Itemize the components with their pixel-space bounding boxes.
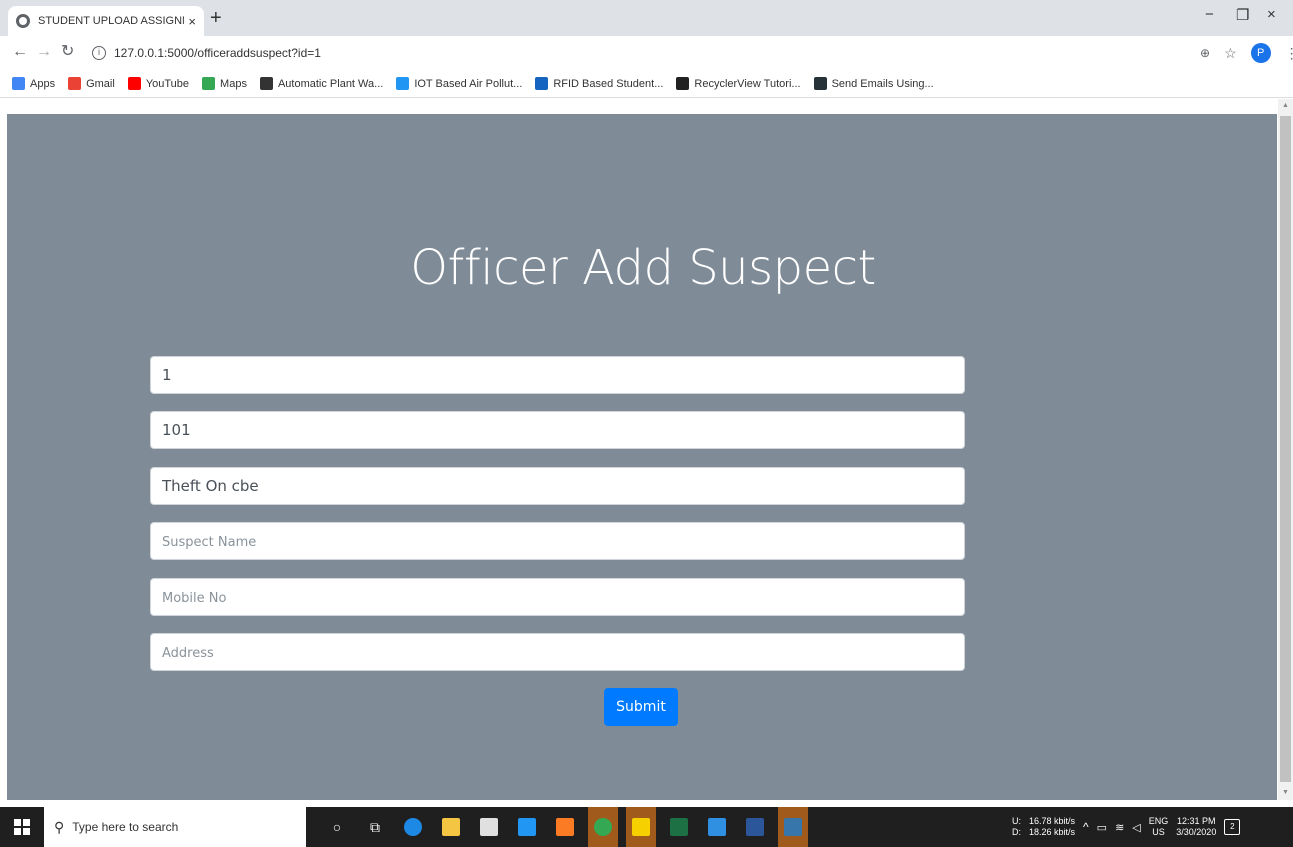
submit-button[interactable]: Submit bbox=[604, 688, 678, 726]
search-placeholder[interactable]: Type here to search bbox=[72, 820, 178, 834]
info-icon[interactable]: i bbox=[92, 46, 106, 60]
scroll-up-icon[interactable]: ▲ bbox=[1282, 102, 1289, 109]
xampp-icon[interactable] bbox=[550, 807, 580, 847]
page-title: Officer Add Suspect bbox=[410, 240, 876, 296]
bookmark-icon bbox=[68, 77, 82, 90]
bookmarks-bar: Apps Gmail YouTube Maps Automatic Plant Wa..… bbox=[0, 70, 1293, 98]
bookmark-label: Maps bbox=[220, 77, 247, 90]
pinned-apps: ○ ⧉ bbox=[322, 807, 808, 847]
bookmark-icon bbox=[396, 77, 410, 90]
bookmark-label: Gmail bbox=[86, 77, 115, 90]
bookmark-label: Send Emails Using... bbox=[831, 77, 934, 90]
case-number-field[interactable] bbox=[150, 411, 965, 449]
tab-strip: STUDENT UPLOAD ASSIGNMENT × + − ❐ × bbox=[0, 0, 1293, 36]
url-text[interactable]: 127.0.0.1:5000/officeraddsuspect?id=1 bbox=[114, 46, 321, 60]
wifi-icon[interactable]: ≋ bbox=[1115, 821, 1124, 834]
reload-icon[interactable]: ↻ bbox=[61, 44, 74, 60]
cortana-icon[interactable]: ○ bbox=[322, 807, 352, 847]
bookmark-icon bbox=[535, 77, 549, 90]
bookmark-item[interactable]: Gmail bbox=[68, 77, 115, 90]
browser-toolbar: ← → ↻ i 127.0.0.1:5000/officeraddsuspect… bbox=[0, 36, 1293, 70]
bookmark-item[interactable]: RFID Based Student... bbox=[535, 77, 663, 90]
scroll-thumb[interactable] bbox=[1280, 116, 1291, 782]
crime-title-field[interactable] bbox=[150, 467, 965, 505]
excel-icon[interactable] bbox=[664, 807, 694, 847]
system-tray: U: D: 16.78 kbit/s 18.26 kbit/s ^ ▭ ≋ ◁ … bbox=[1012, 807, 1241, 847]
bookmark-label: Apps bbox=[30, 77, 56, 90]
chevron-up-icon[interactable]: ^ bbox=[1083, 820, 1089, 834]
vscode-icon[interactable] bbox=[702, 807, 732, 847]
bookmark-item[interactable]: Send Emails Using... bbox=[813, 77, 934, 90]
bookmark-icon bbox=[676, 77, 690, 90]
tab-title: STUDENT UPLOAD ASSIGNMENT bbox=[38, 15, 184, 27]
bookmark-icon bbox=[12, 77, 25, 90]
bookmark-icon bbox=[127, 77, 141, 90]
clock[interactable]: 12:31 PM 3/30/2020 bbox=[1176, 816, 1216, 838]
window-close-button[interactable]: × bbox=[1267, 6, 1276, 23]
bookmark-label: YouTube bbox=[145, 77, 190, 90]
sticky-notes-icon[interactable] bbox=[626, 807, 656, 847]
bookmark-item[interactable]: IOT Based Air Pollut... bbox=[396, 77, 522, 90]
windows-taskbar: ⚲ Type here to search ○ ⧉ U: D: 16.78 kb bbox=[0, 807, 1293, 847]
mobile-number-field[interactable] bbox=[150, 578, 965, 616]
edge-icon[interactable] bbox=[398, 807, 428, 847]
notification-icon[interactable]: 2 bbox=[1224, 819, 1241, 835]
star-icon[interactable]: ☆ bbox=[1224, 45, 1237, 62]
store-icon[interactable] bbox=[474, 807, 504, 847]
taskbar-search[interactable]: ⚲ Type here to search bbox=[44, 807, 306, 847]
mail-icon[interactable] bbox=[512, 807, 542, 847]
search-icon: ⚲ bbox=[54, 818, 65, 835]
bookmark-item[interactable]: Apps bbox=[12, 77, 55, 90]
bookmark-item[interactable]: YouTube bbox=[127, 77, 190, 90]
zoom-icon[interactable]: ⊕ bbox=[1200, 46, 1210, 60]
page-viewport: Officer Add Suspect Submit ▲ ▼ bbox=[0, 99, 1293, 800]
forward-arrow-icon[interactable]: → bbox=[36, 44, 52, 60]
battery-icon[interactable]: ▭ bbox=[1097, 821, 1107, 834]
chrome-icon[interactable] bbox=[588, 807, 618, 847]
file-explorer-icon[interactable] bbox=[436, 807, 466, 847]
browser-tab[interactable]: STUDENT UPLOAD ASSIGNMENT × bbox=[8, 6, 204, 36]
menu-kebab-icon[interactable]: ⋮ bbox=[1285, 45, 1293, 62]
crime-id-field[interactable] bbox=[150, 356, 965, 394]
bookmark-icon bbox=[202, 77, 216, 90]
minimize-button[interactable]: − bbox=[1205, 6, 1214, 23]
word-icon[interactable] bbox=[740, 807, 770, 847]
address-bar[interactable]: i 127.0.0.1:5000/officeraddsuspect?id=1 bbox=[86, 39, 1272, 67]
bookmark-item[interactable]: RecyclerView Tutori... bbox=[676, 77, 801, 90]
bookmark-label: Automatic Plant Wa... bbox=[277, 77, 384, 90]
bookmark-label: IOT Based Air Pollut... bbox=[414, 77, 523, 90]
bookmark-label: RecyclerView Tutori... bbox=[694, 77, 801, 90]
volume-icon[interactable]: ◁ bbox=[1132, 821, 1140, 834]
tab-close-icon[interactable]: × bbox=[188, 14, 196, 29]
address-field[interactable] bbox=[150, 633, 965, 671]
python-icon[interactable] bbox=[778, 807, 808, 847]
task-view-icon[interactable]: ⧉ bbox=[360, 807, 390, 847]
new-tab-button[interactable]: + bbox=[210, 8, 222, 28]
bookmark-icon bbox=[813, 77, 827, 90]
back-arrow-icon[interactable]: ← bbox=[12, 44, 28, 60]
bookmark-item[interactable]: Automatic Plant Wa... bbox=[259, 77, 384, 90]
toolbar-actions: ⊕ ☆ P ⋮ bbox=[1200, 42, 1293, 64]
windows-start-icon[interactable] bbox=[14, 819, 30, 835]
suspect-name-field[interactable] bbox=[150, 522, 965, 560]
restore-button[interactable]: ❐ bbox=[1236, 6, 1249, 24]
desktop: STUDENT UPLOAD ASSIGNMENT × + − ❐ × ← → … bbox=[0, 0, 1293, 847]
scroll-down-icon[interactable]: ▼ bbox=[1282, 789, 1289, 796]
language-indicator[interactable]: ENG US bbox=[1149, 816, 1169, 838]
bookmark-item[interactable]: Maps bbox=[202, 77, 247, 90]
bookmark-label: RFID Based Student... bbox=[553, 77, 664, 90]
page-scrollbar[interactable]: ▲ ▼ bbox=[1278, 99, 1293, 800]
bookmark-icon bbox=[259, 77, 273, 90]
network-speed-labels: U: D: bbox=[1012, 816, 1021, 837]
profile-avatar[interactable]: P bbox=[1250, 43, 1271, 63]
globe-icon bbox=[16, 14, 30, 28]
network-speed-values: 16.78 kbit/s 18.26 kbit/s bbox=[1029, 816, 1076, 837]
